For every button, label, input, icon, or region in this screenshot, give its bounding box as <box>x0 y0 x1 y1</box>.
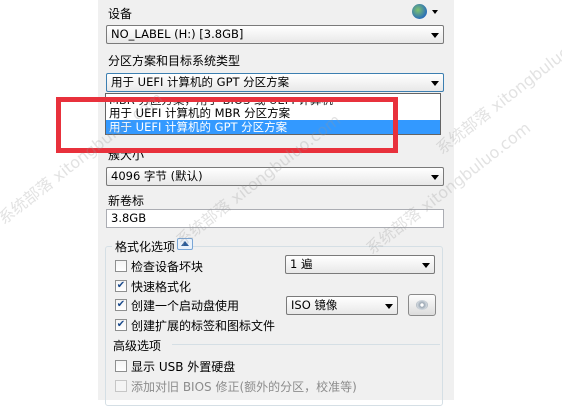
red-highlight-box <box>56 97 398 153</box>
volume-label-input[interactable]: 3.8GB <box>106 209 444 228</box>
chevron-up-icon[interactable] <box>177 238 193 250</box>
old-bios-fix-label: 添加对旧 BIOS 修正(额外的分区，校准等) <box>131 380 357 394</box>
device-label: 设备 <box>108 7 133 21</box>
cluster-size-value: 4096 字节 (默认) <box>111 169 203 183</box>
cluster-size-select[interactable]: 4096 字节 (默认) <box>106 167 444 186</box>
check-bad-blocks-label: 检查设备坏块 <box>131 260 204 274</box>
old-bios-fix-checkbox[interactable] <box>115 380 127 392</box>
bootable-label: 创建一个启动盘使用 <box>131 299 240 313</box>
select-image-button[interactable] <box>408 294 436 316</box>
show-usb-hdd-checkbox[interactable] <box>115 360 127 372</box>
chevron-down-icon <box>431 175 439 180</box>
boot-type-select[interactable]: ISO 镜像 <box>286 296 398 315</box>
check-bad-blocks-checkbox[interactable] <box>115 260 127 272</box>
device-select[interactable]: NO_LABEL (H:) [3.8GB] <box>106 25 444 44</box>
chevron-down-icon <box>385 304 393 309</box>
volume-label-label: 新卷标 <box>108 194 145 208</box>
bootable-checkbox[interactable]: ✔ <box>115 299 127 311</box>
partition-scheme-select[interactable]: 用于 UEFI 计算机的 GPT 分区方案 <box>106 73 444 92</box>
extended-label-checkbox[interactable]: ✔ <box>115 319 127 331</box>
drive-icon <box>416 300 428 310</box>
partition-scheme-label: 分区方案和目标系统类型 <box>108 54 241 68</box>
globe-dropdown-arrow[interactable] <box>432 10 438 14</box>
advanced-separator <box>172 344 440 345</box>
globe-icon[interactable] <box>412 4 427 19</box>
passes-value: 1 遍 <box>290 257 313 271</box>
format-options-title: 格式化选项 <box>112 238 179 255</box>
extended-label-label: 创建扩展的标签和图标文件 <box>131 319 276 333</box>
partition-scheme-value: 用于 UEFI 计算机的 GPT 分区方案 <box>111 75 290 89</box>
device-select-value: NO_LABEL (H:) [3.8GB] <box>111 27 244 41</box>
chevron-down-icon <box>431 33 439 38</box>
passes-select[interactable]: 1 遍 <box>285 255 435 274</box>
boot-type-value: ISO 镜像 <box>291 298 338 312</box>
chevron-down-icon <box>431 81 439 86</box>
chevron-down-icon <box>422 263 430 268</box>
volume-label-value: 3.8GB <box>111 211 147 225</box>
advanced-options-title: 高级选项 <box>113 339 162 353</box>
quick-format-label: 快速格式化 <box>131 280 192 294</box>
show-usb-hdd-label: 显示 USB 外置硬盘 <box>131 360 236 374</box>
quick-format-checkbox[interactable]: ✔ <box>115 280 127 292</box>
